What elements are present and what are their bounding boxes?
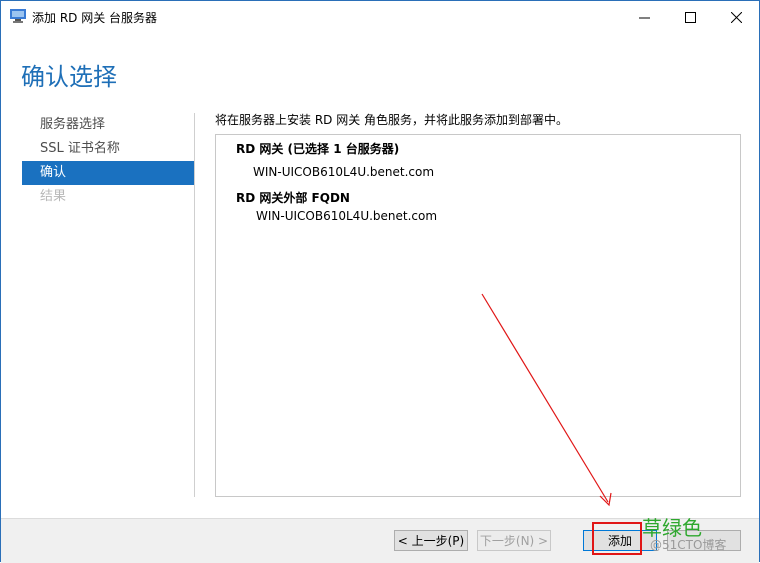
annotation-highlight-box [592, 522, 642, 555]
watermark: @51CTO博客 [650, 538, 727, 552]
annotation-arrow [481, 293, 612, 507]
